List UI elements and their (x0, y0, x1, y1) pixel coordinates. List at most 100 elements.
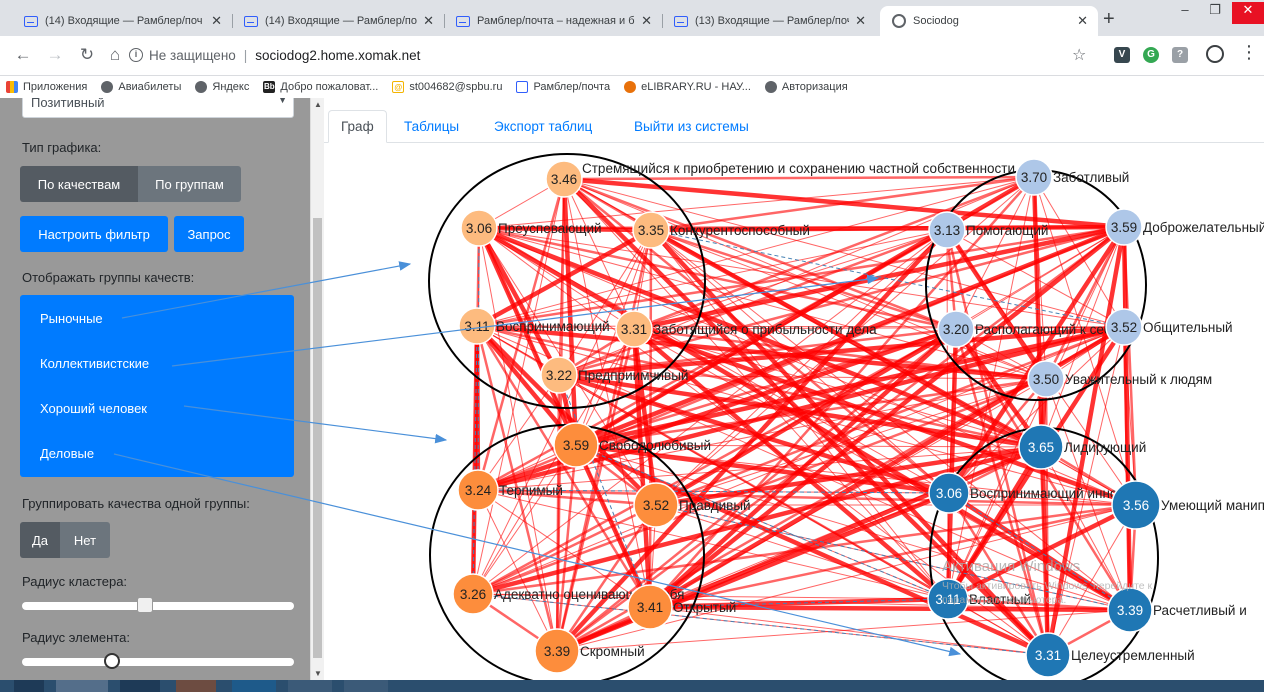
taskbar-app-icon[interactable] (232, 680, 276, 692)
group-no-button[interactable]: Нет (60, 522, 110, 558)
node-value: 3.39 (1117, 603, 1143, 618)
graph-node[interactable]: 3.52 Общительный (1105, 308, 1233, 346)
back-icon[interactable]: ← (12, 45, 34, 65)
element-radius-slider[interactable] (22, 653, 294, 669)
home-icon[interactable]: ⌂ (104, 45, 126, 65)
tab-title: (13) Входящие — Рамблер/поч (695, 15, 850, 27)
graph-node[interactable]: 3.20 Располагающий к себе (937, 310, 1119, 348)
browser-tab[interactable]: Рамблер/почта – надежная и б ✕ (444, 6, 662, 36)
chart-type-by-groups-button[interactable]: По группам (138, 166, 241, 202)
tab-title: (14) Входящие — Рамблер/поч (265, 15, 418, 27)
restore-icon[interactable]: ❐ (1200, 2, 1230, 24)
node-label: Общительный (1143, 320, 1233, 335)
bookmark-item[interactable]: eLIBRARY.RU - НАУ... (624, 81, 751, 93)
node-value: 3.50 (1033, 372, 1059, 387)
taskbar-app-icon[interactable] (176, 680, 216, 692)
node-label: Заботливый (1053, 170, 1129, 185)
node-value: 3.13 (934, 223, 960, 238)
window-close-icon[interactable]: ✕ (1232, 2, 1264, 24)
forward-icon[interactable]: → (44, 45, 66, 65)
info-icon[interactable]: i (129, 48, 143, 62)
graph-node[interactable]: 3.59 Доброжелательный (1105, 208, 1264, 246)
graph-edge (563, 175, 1035, 181)
bookmark-item[interactable]: Bb Добро пожаловат... (263, 81, 378, 93)
taskbar-chrome-icon[interactable] (56, 680, 108, 692)
group-item-collectivist[interactable]: Коллективистские (40, 356, 149, 371)
bookmark-label: Добро пожаловат... (280, 81, 379, 93)
scroll-up-icon[interactable]: ▲ (314, 100, 322, 109)
graph-node[interactable]: 3.50 Уважительный к людям (1027, 360, 1212, 398)
browser-tab[interactable]: (14) Входящие — Рамблер/поч ✕ (232, 6, 444, 36)
extension-v-icon[interactable]: V (1114, 47, 1130, 63)
email-icon: @ (392, 81, 405, 93)
close-tab-icon[interactable]: ✕ (855, 13, 866, 29)
chart-type-by-qualities-button[interactable]: По качествам (20, 166, 138, 202)
start-icon[interactable] (14, 680, 44, 692)
tab-tables[interactable]: Таблицы (392, 110, 471, 143)
slider-handle[interactable] (137, 597, 154, 613)
browser-tab[interactable]: (13) Входящие — Рамблер/поч ✕ (662, 6, 876, 36)
group-item-market[interactable]: Рыночные (40, 311, 103, 326)
graph-node[interactable]: 3.70 Заботливый (1015, 158, 1129, 196)
tab-title: (14) Входящие — Рамблер/поч (45, 15, 203, 27)
sentiment-select[interactable]: Позитивный ▼ (22, 98, 294, 118)
address-bar[interactable]: i Не защищено | sociodog2.home.xomak.net (129, 40, 1129, 70)
bookmark-item[interactable]: Яндекс (195, 81, 249, 93)
elibrary-icon (624, 81, 637, 93)
tab-logout[interactable]: Выйти из системы (622, 110, 761, 143)
node-value: 3.59 (1111, 220, 1137, 235)
cluster-radius-slider[interactable] (22, 597, 294, 613)
profile-icon[interactable] (1206, 45, 1224, 63)
node-label: Доброжелательный (1143, 220, 1264, 235)
bookmark-label: st004682@spbu.ru (409, 81, 503, 93)
close-tab-icon[interactable]: ✕ (423, 13, 434, 29)
extension-puzzle-icon[interactable]: ? (1172, 47, 1188, 63)
group-item-business[interactable]: Деловые (40, 446, 94, 461)
scrollbar-thumb[interactable] (313, 218, 322, 658)
bookmark-label: Рамблер/почта (533, 81, 611, 93)
reload-icon[interactable]: ↻ (76, 45, 98, 65)
slider-handle[interactable] (103, 653, 120, 669)
node-value: 3.52 (1111, 320, 1137, 335)
close-tab-icon[interactable]: ✕ (211, 13, 222, 29)
bookmark-item[interactable]: Авторизация (764, 81, 848, 93)
configure-filter-button[interactable]: Настроить фильтр (20, 216, 168, 252)
graph-node[interactable]: 3.31 Целеустремленный (1025, 632, 1195, 678)
extension-g-icon[interactable]: G (1143, 47, 1159, 63)
browser-tab-active[interactable]: Sociodog ✕ (880, 6, 1098, 36)
node-value: 3.70 (1021, 170, 1047, 185)
group-yes-button[interactable]: Да (20, 522, 60, 558)
bookmark-item[interactable]: @ st004682@spbu.ru (392, 81, 502, 93)
apps-icon (6, 81, 18, 93)
node-label: Стремящийся к приобретению и сохранению … (582, 161, 1015, 176)
tab-export-tables[interactable]: Экспорт таблиц (482, 110, 604, 143)
graph-node[interactable]: 3.39 Расчетливый и (1107, 587, 1247, 633)
menu-icon[interactable]: ⋮ (1240, 42, 1258, 63)
show-groups-label: Отображать группы качеств: (22, 270, 195, 285)
graph-node[interactable]: 3.35 Конкурентоспособный (632, 211, 810, 249)
node-value: 3.22 (546, 368, 572, 383)
minimize-icon[interactable]: – (1170, 2, 1200, 24)
close-tab-icon[interactable]: ✕ (1077, 13, 1088, 29)
node-value: 3.56 (1123, 498, 1149, 513)
group-item-good-person[interactable]: Хороший человек (40, 401, 147, 416)
taskbar-app-icon[interactable] (344, 680, 388, 692)
graph-node[interactable]: 3.56 Умеющий манипулировать (1111, 480, 1264, 530)
bookmark-item[interactable]: Рамблер/почта (516, 81, 610, 93)
new-tab-button[interactable]: + (1103, 8, 1115, 31)
taskbar-app-icon[interactable] (288, 680, 332, 692)
query-button[interactable]: Запрос (174, 216, 244, 252)
scroll-down-icon[interactable]: ▼ (314, 669, 322, 678)
tab-title: Sociodog (913, 15, 959, 27)
tab-graph[interactable]: Граф (328, 110, 387, 143)
close-tab-icon[interactable]: ✕ (641, 13, 652, 29)
bookmark-item[interactable]: Авиабилеты (101, 81, 181, 93)
node-label: Целеустремленный (1071, 648, 1195, 663)
bookmark-apps[interactable]: Приложения (6, 81, 87, 93)
node-value: 3.20 (943, 322, 969, 337)
sidebar-scrollbar[interactable]: ▲ ▼ (310, 98, 324, 680)
select-value: Позитивный (31, 98, 105, 110)
browser-tab[interactable]: (14) Входящие — Рамблер/поч ✕ (12, 6, 232, 36)
bookmark-star-icon[interactable]: ☆ (1072, 45, 1086, 65)
taskbar-app-icon[interactable] (120, 680, 160, 692)
